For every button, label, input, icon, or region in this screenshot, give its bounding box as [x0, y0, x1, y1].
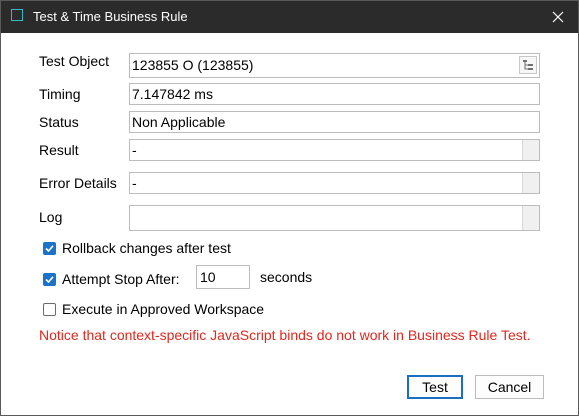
checkmark-icon — [45, 276, 54, 284]
rollback-label[interactable]: Rollback changes after test — [62, 240, 231, 256]
window-title: Test & Time Business Rule — [33, 9, 188, 24]
checkmark-icon — [45, 245, 54, 253]
result-label: Result — [39, 142, 79, 158]
test-button[interactable]: Test — [407, 375, 463, 399]
attempt-stop-label[interactable]: Attempt Stop After: — [62, 271, 180, 287]
attempt-stop-checkbox[interactable] — [43, 273, 56, 286]
seconds-unit-label: seconds — [260, 269, 313, 285]
attempt-stop-value: 10 — [200, 269, 216, 285]
error-details-label: Error Details — [39, 175, 117, 191]
error-details-field[interactable]: - — [129, 172, 540, 194]
test-object-value: 123855 O (123855) — [132, 57, 254, 73]
status-value: Non Applicable — [132, 114, 226, 130]
close-button[interactable] — [546, 5, 570, 29]
app-icon — [11, 9, 23, 21]
status-field[interactable]: Non Applicable — [129, 111, 540, 133]
approved-workspace-checkbox[interactable] — [43, 303, 56, 316]
tree-picker-icon — [523, 60, 533, 70]
test-object-field[interactable]: 123855 O (123855) — [129, 53, 540, 78]
dialog-window: Test & Time Business Rule Test Object 12… — [0, 0, 579, 416]
close-icon — [552, 11, 564, 23]
log-label: Log — [39, 209, 63, 225]
title-bar[interactable]: Test & Time Business Rule — [1, 1, 578, 33]
timing-label: Timing — [39, 86, 81, 102]
test-object-label: Test Object — [39, 53, 110, 69]
rollback-checkbox[interactable] — [43, 242, 56, 255]
error-details-value: - — [132, 175, 137, 191]
result-field[interactable]: - — [129, 139, 540, 161]
notice-text: Notice that context-specific JavaScript … — [39, 327, 531, 343]
timing-field[interactable]: 7.147842 ms — [129, 83, 540, 105]
tree-picker-button[interactable] — [519, 56, 537, 74]
status-label: Status — [39, 114, 79, 130]
attempt-stop-seconds-input[interactable]: 10 — [196, 265, 250, 289]
timing-value: 7.147842 ms — [132, 86, 213, 102]
dialog-body: Test Object 123855 O (123855) Timing 7.1… — [1, 33, 578, 415]
log-field[interactable] — [129, 205, 540, 231]
approved-workspace-label[interactable]: Execute in Approved Workspace — [62, 301, 264, 317]
result-value: - — [132, 142, 137, 158]
cancel-button[interactable]: Cancel — [475, 375, 544, 399]
